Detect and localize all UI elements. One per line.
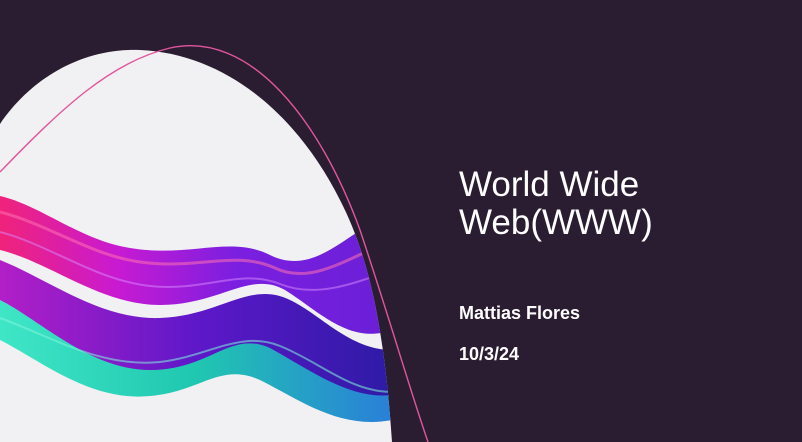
presenter-name: Mattias Flores [459,303,581,323]
presentation-date: 10/3/24 [459,344,520,364]
slide-title: World Wide Web(WWW) [459,165,653,242]
slide: World Wide Web(WWW) Mattias Flores 10/3/… [0,0,802,442]
